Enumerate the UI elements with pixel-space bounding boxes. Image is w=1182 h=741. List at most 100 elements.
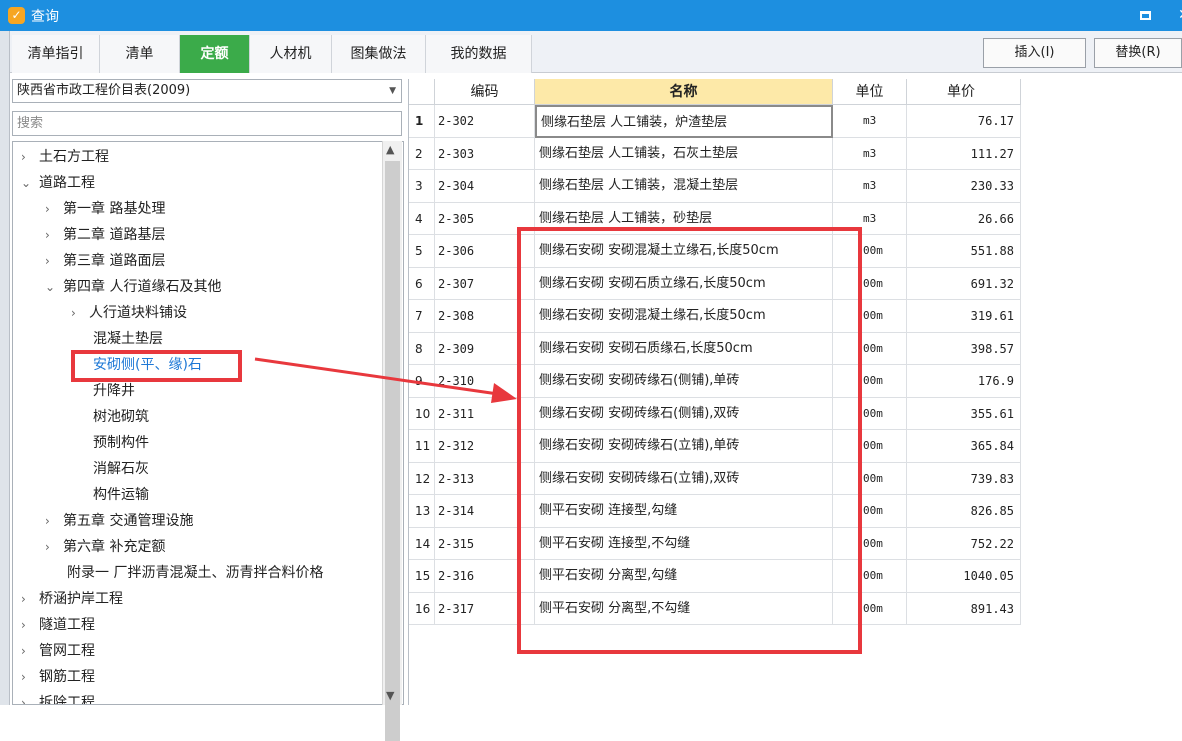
tab-quota[interactable]: 定额	[180, 35, 250, 73]
row-number-cell[interactable]: 8	[409, 332, 435, 365]
tree-item[interactable]: ⌄ 道路工程	[21, 170, 95, 196]
row-number-cell[interactable]: 9	[409, 365, 435, 398]
tab-atlas-method[interactable]: 图集做法	[332, 35, 426, 73]
tree-item[interactable]: › 第二章 道路基层	[45, 222, 165, 248]
app-icon: ✓	[8, 7, 25, 24]
price-cell[interactable]: 176.9	[907, 365, 1021, 398]
price-cell[interactable]: 76.17	[907, 105, 1021, 138]
scroll-thumb[interactable]	[385, 161, 400, 741]
close-icon[interactable]: ✕	[1172, 4, 1182, 26]
price-cell[interactable]: 752.22	[907, 527, 1021, 560]
tree-item[interactable]: › 拆除工程	[21, 690, 95, 705]
row-number-cell[interactable]: 2	[409, 137, 435, 170]
price-cell[interactable]: 739.83	[907, 462, 1021, 495]
unit-cell[interactable]: m3	[833, 170, 907, 203]
tab-bill-guide[interactable]: 清单指引	[12, 35, 100, 73]
window-title: 查询	[31, 9, 59, 25]
chevron-right-icon: ›	[71, 306, 76, 320]
chevron-right-icon: ›	[45, 540, 50, 554]
price-cell[interactable]: 551.88	[907, 235, 1021, 268]
tree-scrollbar[interactable]: ▲ ▼	[382, 141, 402, 741]
price-cell[interactable]: 691.32	[907, 267, 1021, 300]
chevron-right-icon: ›	[21, 644, 26, 658]
tree-item[interactable]: 预制构件	[93, 430, 149, 456]
quota-tree: › 土石方工程 ⌄ 道路工程 › 第一章 路基处理 › 第二章 道路基层 › 第三章 道路…	[12, 141, 404, 705]
header-code[interactable]: 编码	[435, 79, 535, 105]
row-number-cell[interactable]: 16	[409, 592, 435, 625]
scroll-up-icon[interactable]: ▲	[386, 143, 394, 156]
row-number-cell[interactable]: 3	[409, 170, 435, 203]
code-cell[interactable]: 2-302	[435, 105, 535, 138]
row-number-cell[interactable]: 10	[409, 397, 435, 430]
price-cell[interactable]: 398.57	[907, 332, 1021, 365]
chevron-right-icon: ›	[21, 592, 26, 606]
chevron-down-icon: ⌄	[21, 176, 32, 190]
chevron-down-icon: ▼	[389, 86, 396, 96]
annotation-box-matching-rows	[517, 227, 862, 654]
code-cell[interactable]: 2-304	[435, 170, 535, 203]
price-cell[interactable]: 355.61	[907, 397, 1021, 430]
chevron-right-icon: ›	[21, 618, 26, 632]
row-number-cell[interactable]: 14	[409, 527, 435, 560]
row-number-cell[interactable]: 5	[409, 235, 435, 268]
chevron-down-icon: ⌄	[45, 280, 56, 294]
tree-item[interactable]: 消解石灰	[93, 456, 149, 482]
row-number-cell[interactable]: 4	[409, 202, 435, 235]
name-cell[interactable]: 侧缘石垫层 人工铺装，混凝土垫层	[535, 170, 833, 203]
header-unit[interactable]: 单位	[833, 79, 907, 105]
tree-item[interactable]: 混凝土垫层	[93, 326, 163, 352]
header-price[interactable]: 单价	[907, 79, 1021, 105]
price-table-select[interactable]: 陕西省市政工程价目表(2009) ▼	[12, 79, 402, 103]
chevron-right-icon: ›	[45, 254, 50, 268]
price-cell[interactable]: 230.33	[907, 170, 1021, 203]
price-cell[interactable]: 891.43	[907, 592, 1021, 625]
maximize-icon[interactable]	[1133, 4, 1157, 26]
search-input[interactable]	[12, 111, 402, 136]
insert-button[interactable]: 插入(I)	[983, 38, 1086, 68]
row-number-cell[interactable]: 1	[409, 105, 435, 138]
tree-item[interactable]: ⌄ 第四章 人行道缘石及其他	[45, 274, 221, 300]
price-cell[interactable]: 365.84	[907, 430, 1021, 463]
price-cell[interactable]: 826.85	[907, 495, 1021, 528]
header-name[interactable]: 名称	[535, 79, 833, 105]
price-cell[interactable]: 319.61	[907, 300, 1021, 333]
name-cell[interactable]: 侧缘石垫层 人工铺装，石灰土垫层	[535, 137, 833, 170]
row-number-cell[interactable]: 7	[409, 300, 435, 333]
row-number-cell[interactable]: 13	[409, 495, 435, 528]
tab-labor-materials[interactable]: 人材机	[250, 35, 332, 73]
tree-item[interactable]: › 桥涵护岸工程	[21, 586, 123, 612]
chevron-right-icon: ›	[21, 670, 26, 684]
tree-item[interactable]: › 第五章 交通管理设施	[45, 508, 193, 534]
row-number-cell[interactable]: 15	[409, 560, 435, 593]
header-row-number	[409, 79, 435, 105]
annotation-box-selected-node	[71, 350, 242, 382]
tree-item[interactable]: › 土石方工程	[21, 144, 109, 170]
unit-cell[interactable]: m3	[833, 137, 907, 170]
scroll-down-icon[interactable]: ▼	[386, 689, 394, 702]
tree-item[interactable]: 树池砌筑	[93, 404, 149, 430]
price-cell[interactable]: 111.27	[907, 137, 1021, 170]
unit-cell[interactable]: m3	[833, 105, 907, 138]
chevron-right-icon: ›	[45, 514, 50, 528]
replace-button[interactable]: 替换(R)	[1094, 38, 1182, 68]
row-number-cell[interactable]: 11	[409, 430, 435, 463]
tree-item[interactable]: 构件运输	[93, 482, 149, 508]
tree-item[interactable]: 附录一 厂拌沥青混凝土、沥青拌合料价格	[67, 560, 323, 586]
chevron-right-icon: ›	[21, 696, 26, 705]
tree-item[interactable]: › 第六章 补充定额	[45, 534, 165, 560]
price-cell[interactable]: 26.66	[907, 202, 1021, 235]
tree-item[interactable]: › 隧道工程	[21, 612, 95, 638]
tree-item[interactable]: › 人行道块料铺设	[71, 300, 187, 326]
tab-my-data[interactable]: 我的数据	[426, 35, 532, 73]
tab-bill[interactable]: 清单	[100, 35, 180, 73]
tree-item[interactable]: › 第一章 路基处理	[45, 196, 165, 222]
code-cell[interactable]: 2-303	[435, 137, 535, 170]
tree-item[interactable]: › 钢筋工程	[21, 664, 95, 690]
tree-item[interactable]: › 第三章 道路面层	[45, 248, 165, 274]
name-cell[interactable]: 侧缘石垫层 人工铺装，炉渣垫层	[535, 105, 833, 138]
row-number-cell[interactable]: 12	[409, 462, 435, 495]
row-number-cell[interactable]: 6	[409, 267, 435, 300]
chevron-right-icon: ›	[45, 228, 50, 242]
price-cell[interactable]: 1040.05	[907, 560, 1021, 593]
tree-item[interactable]: › 管网工程	[21, 638, 95, 664]
